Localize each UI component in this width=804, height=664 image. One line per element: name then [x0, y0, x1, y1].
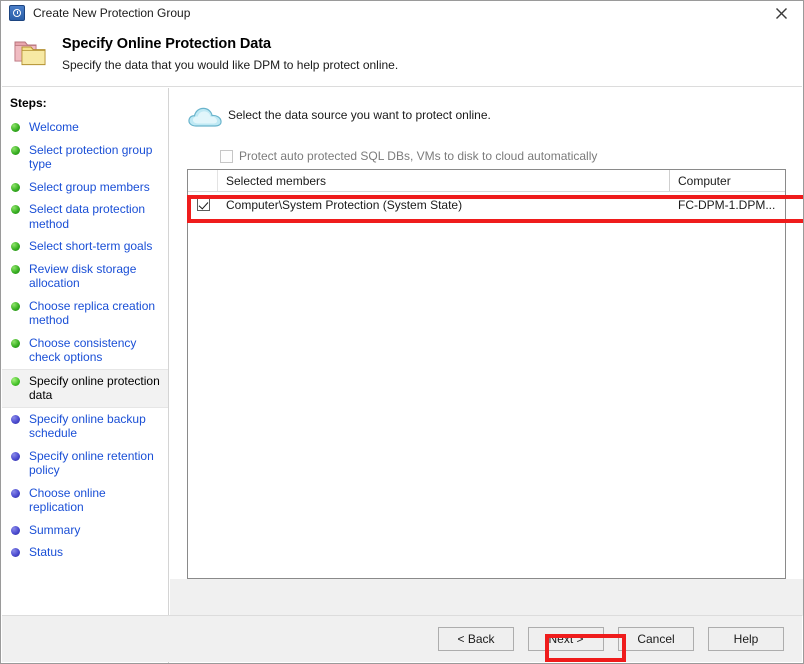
step-bullet-icon: [11, 488, 20, 498]
main-panel-footer-strip: [170, 579, 803, 616]
sidebar-step-8[interactable]: Specify online protection data: [2, 368, 168, 408]
footer-buttons: < Back Next > Cancel Help: [2, 627, 802, 651]
folders-icon: [13, 36, 51, 70]
help-button[interactable]: Help: [708, 627, 784, 651]
table-header-checkbox: [188, 170, 218, 191]
step-bullet-icon: [11, 376, 20, 386]
steps-heading: Steps:: [10, 96, 47, 110]
back-button[interactable]: < Back: [438, 627, 514, 651]
sidebar-step-label: Specify online protection data: [29, 373, 160, 403]
main-panel: Select the data source you want to prote…: [170, 88, 803, 663]
intro-text: Select the data source you want to prote…: [228, 108, 491, 122]
members-table[interactable]: Selected members Computer Computer\Syste…: [187, 169, 786, 579]
sidebar-step-0[interactable]: Welcome: [2, 116, 168, 139]
sidebar-step-label: Review disk storage allocation: [29, 261, 137, 291]
sidebar-step-4[interactable]: Select short-term goals: [2, 235, 168, 258]
dialog-footer: < Back Next > Cancel Help: [2, 615, 802, 662]
sidebar-step-label: Specify online retention policy: [29, 448, 154, 478]
sidebar-step-12[interactable]: Summary: [2, 519, 168, 542]
sidebar-step-label: Choose online replication: [29, 485, 106, 515]
page-title: Specify Online Protection Data: [62, 36, 271, 52]
auto-protect-checkbox-row[interactable]: Protect auto protected SQL DBs, VMs to d…: [220, 149, 597, 163]
sidebar-step-3[interactable]: Select data protection method: [2, 198, 168, 235]
auto-protect-label: Protect auto protected SQL DBs, VMs to d…: [239, 149, 598, 163]
sidebar-step-label: Welcome: [29, 120, 79, 134]
step-bullet-icon: [11, 548, 20, 557]
step-bullet-icon: [11, 205, 20, 214]
row-checkbox[interactable]: [196, 198, 210, 211]
close-icon[interactable]: [759, 1, 803, 25]
step-bullet-icon: [11, 123, 20, 132]
title-bar: Create New Protection Group: [1, 1, 803, 25]
step-bullet-icon: [11, 145, 20, 155]
step-bullet-icon: [11, 338, 20, 348]
table-body: Computer\System Protection (System State…: [188, 192, 785, 217]
history-clock-icon: [9, 5, 25, 21]
sidebar-step-label: Summary: [29, 522, 81, 537]
step-bullet-icon: [11, 242, 20, 251]
table-row[interactable]: Computer\System Protection (System State…: [188, 192, 785, 217]
page-subtitle: Specify the data that you would like DPM…: [62, 58, 399, 72]
step-bullet-icon: [11, 414, 20, 424]
create-protection-group-dialog: Create New Protection Group Specify Onli…: [0, 0, 804, 664]
cancel-button[interactable]: Cancel: [618, 627, 694, 651]
sidebar-step-5[interactable]: Review disk storage allocation: [2, 258, 168, 295]
sidebar-step-label: Specify online backup schedule: [29, 411, 146, 441]
sidebar-step-label: Choose consistency check options: [29, 335, 137, 365]
sidebar-step-1[interactable]: Select protection group type: [2, 139, 168, 176]
sidebar-step-label: Select protection group type: [29, 142, 153, 172]
sidebar-step-6[interactable]: Choose replica creation method: [2, 295, 168, 332]
auto-protect-checkbox[interactable]: [220, 149, 233, 163]
table-header-selected-members[interactable]: Selected members: [218, 170, 670, 191]
sidebar-step-2[interactable]: Select group members: [2, 176, 168, 199]
sidebar-step-9[interactable]: Specify online backup schedule: [2, 408, 168, 445]
steps-sidebar: Steps: Welcome Select protection group ty…: [2, 88, 169, 663]
step-bullet-icon: [11, 264, 20, 274]
step-bullet-icon: [11, 451, 20, 461]
sidebar-step-label: Select group members: [29, 179, 150, 194]
sidebar-step-label: Choose replica creation method: [29, 298, 156, 328]
step-bullet-icon: [11, 182, 20, 192]
steps-list: Welcome Select protection group type Selec…: [2, 116, 168, 564]
step-bullet-icon: [11, 301, 20, 311]
sidebar-step-7[interactable]: Choose consistency check options: [2, 332, 168, 369]
sidebar-step-13[interactable]: Status: [2, 541, 168, 564]
sidebar-step-11[interactable]: Choose online replication: [2, 482, 168, 519]
window-title: Create New Protection Group: [33, 6, 191, 20]
table-header-computer[interactable]: Computer: [670, 170, 785, 191]
row-member-name: Computer\System Protection (System State…: [226, 197, 463, 212]
sidebar-step-label: Status: [29, 545, 64, 559]
sidebar-step-label: Select data protection method: [29, 202, 146, 231]
step-bullet-icon: [11, 525, 20, 535]
next-button[interactable]: Next >: [528, 627, 604, 651]
table-header-row: Selected members Computer: [188, 170, 785, 192]
sidebar-step-label: Select short-term goals: [29, 239, 153, 253]
row-checkbox-cell[interactable]: [188, 198, 218, 211]
dialog-header: Specify Online Protection Data Specify t…: [2, 25, 802, 87]
row-computer-name: FC-DPM-1.DPM...: [678, 197, 776, 212]
cloud-icon: [187, 104, 225, 130]
sidebar-step-10[interactable]: Specify online retention policy: [2, 445, 168, 482]
